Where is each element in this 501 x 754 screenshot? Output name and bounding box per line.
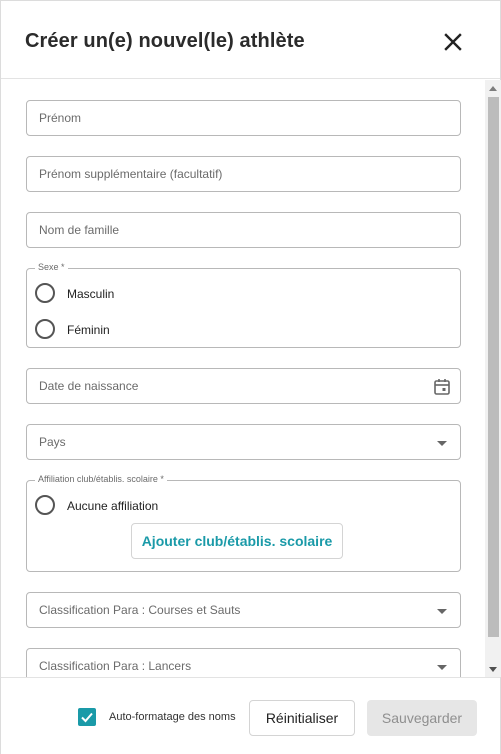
dropdown-arrow-icon [432, 433, 452, 453]
dropdown-arrow-icon [432, 657, 452, 677]
scroll-up-arrow-icon[interactable] [489, 86, 497, 91]
scrollbar-thumb[interactable] [488, 97, 499, 637]
para-running-placeholder: Classification Para : Courses et Sauts [39, 603, 241, 617]
para-throws-select[interactable]: Classification Para : Lancers [26, 648, 461, 677]
birth-date-field[interactable]: Date de naissance [26, 368, 461, 404]
close-icon[interactable] [441, 30, 465, 54]
save-button[interactable]: Sauvegarder [367, 700, 477, 736]
last-name-field[interactable]: Nom de famille [26, 212, 461, 248]
dropdown-arrow-icon [432, 601, 452, 621]
radio-no-affiliation[interactable] [35, 495, 55, 515]
sex-group: Sexe * Masculin Féminin [26, 262, 461, 348]
affiliation-group: Affiliation club/établis. scolaire * Auc… [26, 474, 461, 572]
dialog-footer: Auto-formatage des noms Réinitialiser Sa… [1, 677, 500, 754]
sex-legend: Sexe * [35, 262, 68, 272]
dialog-content: Prénom Prénom supplémentaire (facultatif… [1, 80, 485, 677]
radio-male[interactable] [35, 283, 55, 303]
affiliation-legend: Affiliation club/établis. scolaire * [35, 474, 167, 484]
middle-name-field[interactable]: Prénom supplémentaire (facultatif) [26, 156, 461, 192]
country-select[interactable]: Pays [26, 424, 461, 460]
para-throws-placeholder: Classification Para : Lancers [39, 659, 192, 673]
radio-no-affiliation-label: Aucune affiliation [67, 499, 159, 513]
dialog-header: Créer un(e) nouvel(le) athlète [1, 1, 500, 79]
reset-button[interactable]: Réinitialiser [249, 700, 355, 736]
create-athlete-dialog: Créer un(e) nouvel(le) athlète Prénom Pr… [0, 0, 501, 754]
birth-date-placeholder: Date de naissance [39, 379, 139, 393]
auto-format-label: Auto-formatage des noms [109, 711, 236, 723]
para-running-select[interactable]: Classification Para : Courses et Sauts [26, 592, 461, 628]
first-name-field[interactable]: Prénom [26, 100, 461, 136]
radio-female[interactable] [35, 319, 55, 339]
dialog-title: Créer un(e) nouvel(le) athlète [25, 30, 305, 52]
calendar-icon[interactable] [432, 377, 452, 397]
first-name-placeholder: Prénom [39, 111, 82, 125]
last-name-placeholder: Nom de famille [39, 223, 120, 237]
scroll-down-arrow-icon[interactable] [489, 667, 497, 672]
country-placeholder: Pays [39, 435, 66, 449]
add-club-button[interactable]: Ajouter club/établis. scolaire [131, 523, 343, 559]
auto-format-checkbox[interactable] [78, 708, 96, 726]
radio-male-label: Masculin [67, 287, 115, 301]
scrollbar[interactable] [485, 80, 501, 677]
middle-name-placeholder: Prénom supplémentaire (facultatif) [39, 167, 223, 181]
radio-female-label: Féminin [67, 323, 110, 337]
